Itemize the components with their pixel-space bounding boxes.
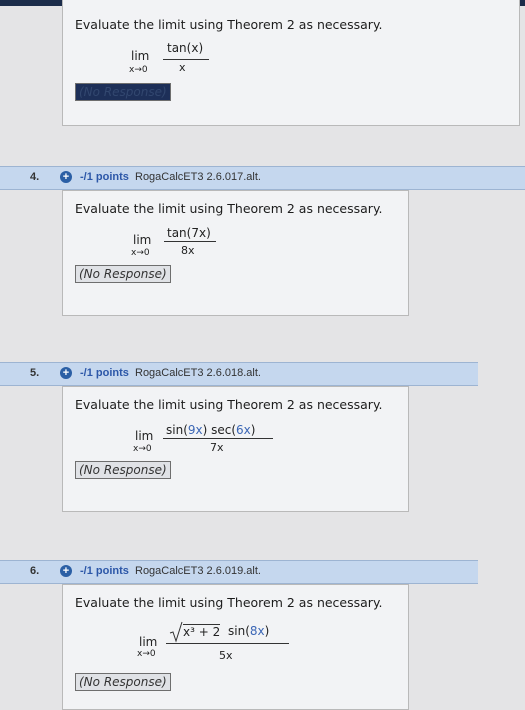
fraction-bar (166, 643, 289, 644)
num-part: ) (250, 423, 256, 437)
fraction-denominator: x (179, 61, 186, 74)
fraction-bar (164, 241, 216, 242)
question-number: 6. (30, 565, 40, 577)
num-arg: 9x (187, 423, 203, 437)
question-prompt: Evaluate the limit using Theorem 2 as ne… (75, 595, 383, 610)
limit-subscript: x→0 (131, 248, 150, 258)
question-header-5: 5. + -/1 points RogaCalcET3 2.6.018.alt. (0, 362, 478, 386)
question-prompt: Evaluate the limit using Theorem 2 as ne… (75, 201, 383, 216)
question-number: 5. (30, 367, 40, 379)
expand-icon[interactable]: + (60, 171, 72, 183)
fraction-numerator: x³ + 2 (183, 624, 221, 639)
fraction-bar (163, 59, 209, 60)
question-card-4: Evaluate the limit using Theorem 2 as ne… (62, 190, 409, 316)
limit-lim: lim (139, 635, 158, 649)
question-source: RogaCalcET3 2.6.017.alt. (135, 171, 261, 183)
expand-icon[interactable]: + (60, 565, 72, 577)
fraction-numerator: sin(9x) sec(6x) (166, 423, 255, 437)
question-header-6: 6. + -/1 points RogaCalcET3 2.6.019.alt. (0, 560, 478, 584)
limit-subscript: x→0 (133, 444, 152, 454)
fraction-denominator: 5x (219, 649, 233, 662)
question-prompt: Evaluate the limit using Theorem 2 as ne… (75, 397, 383, 412)
num-part: ) (264, 624, 270, 638)
question-card-prev: Evaluate the limit using Theorem 2 as ne… (62, 0, 520, 126)
question-prompt: Evaluate the limit using Theorem 2 as ne… (75, 17, 383, 32)
limit-lim: lim (133, 233, 152, 247)
num-part: ) sec( (202, 423, 237, 437)
question-card-5: Evaluate the limit using Theorem 2 as ne… (62, 386, 409, 512)
radicand: x³ + 2 (183, 625, 221, 639)
square-root-icon (169, 621, 183, 643)
num-arg: 6x (236, 423, 251, 437)
response-field[interactable]: (No Response) (75, 83, 171, 101)
question-header-4: 4. + -/1 points RogaCalcET3 2.6.017.alt. (0, 166, 525, 190)
fraction-numerator-sin: sin(8x) (228, 624, 269, 638)
fraction-numerator: tan(7x) (167, 226, 211, 240)
limit-lim: lim (135, 429, 154, 443)
points-link[interactable]: -/1 points (80, 565, 129, 577)
question-source: RogaCalcET3 2.6.018.alt. (135, 367, 261, 379)
response-field[interactable]: (No Response) (75, 265, 171, 283)
points-link[interactable]: -/1 points (80, 367, 129, 379)
fraction-denominator: 7x (210, 441, 224, 454)
fraction-numerator: tan(x) (167, 41, 204, 55)
response-field[interactable]: (No Response) (75, 673, 171, 691)
limit-lim: lim (131, 49, 150, 63)
limit-subscript: x→0 (137, 649, 156, 659)
question-number: 4. (30, 171, 40, 183)
expand-icon[interactable]: + (60, 367, 72, 379)
response-field[interactable]: (No Response) (75, 461, 171, 479)
fraction-denominator: 8x (181, 244, 195, 257)
limit-subscript: x→0 (129, 65, 148, 75)
num-part: sin( (228, 624, 250, 638)
num-part: sin( (166, 423, 188, 437)
fraction-bar (163, 438, 273, 439)
question-source: RogaCalcET3 2.6.019.alt. (135, 565, 261, 577)
question-card-6: Evaluate the limit using Theorem 2 as ne… (62, 584, 409, 710)
num-arg: 8x (249, 624, 265, 638)
points-link[interactable]: -/1 points (80, 171, 129, 183)
